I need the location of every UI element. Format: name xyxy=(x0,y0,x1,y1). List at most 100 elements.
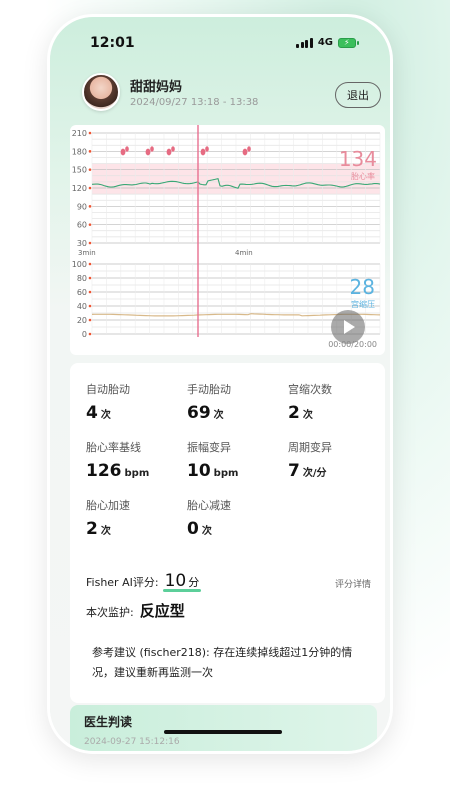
tick-dot xyxy=(88,223,92,226)
fetal-movement-icon xyxy=(120,148,126,156)
stat-unit: 次 xyxy=(302,410,313,421)
exit-button[interactable]: 退出 xyxy=(335,82,381,108)
fetal-movement-icon xyxy=(171,146,175,152)
fhr-tick-label: 150 xyxy=(72,166,87,175)
stat-cycle: 周期变异 7 次/分 xyxy=(288,439,332,481)
toco-value: 28 xyxy=(349,275,375,299)
avatar[interactable] xyxy=(82,73,120,111)
toco-tick-label: 100 xyxy=(72,260,87,269)
toco-tick-label: 60 xyxy=(77,288,87,297)
fetal-movement-icon xyxy=(145,148,151,156)
fetal-movement-icon xyxy=(150,146,154,152)
tick-dot xyxy=(88,241,92,245)
stat-unit: 次 xyxy=(213,410,224,421)
stat-contractions: 宫缩次数 2次 xyxy=(288,381,332,423)
fhr-label: 胎心率 xyxy=(351,172,375,181)
stat-label: 振幅变异 xyxy=(187,441,231,454)
stat-label: 自动胎动 xyxy=(86,383,130,396)
status-time: 12:01 xyxy=(90,35,135,51)
stat-unit: 次 xyxy=(100,526,111,537)
fetal-movement-icon xyxy=(200,148,206,156)
fhr-tick-label: 180 xyxy=(72,147,87,156)
stat-auto-movement: 自动胎动 4次 xyxy=(86,381,130,423)
time-label: 3min xyxy=(78,249,96,257)
stat-unit: bpm xyxy=(124,468,150,479)
fhr-tick-label: 30 xyxy=(77,239,87,248)
tick-dot xyxy=(88,276,92,280)
network-label: 4G xyxy=(317,37,333,48)
monitor-row: 本次监护: 反应型 xyxy=(86,600,185,621)
stat-value: 4 xyxy=(86,403,98,423)
tick-dot xyxy=(88,186,92,190)
fetal-movement-icon xyxy=(166,148,172,156)
stat-value: 2 xyxy=(86,519,98,539)
fisher-score-unit: 分 xyxy=(188,576,200,589)
stat-manual-movement: 手动胎动 69 次 xyxy=(187,381,231,423)
toco-tick-label: 0 xyxy=(82,330,87,339)
toco-label: 宫缩压 xyxy=(351,300,375,309)
stat-deceleration: 胎心减速 0次 xyxy=(187,497,231,539)
stat-unit: 次/分 xyxy=(302,468,327,479)
stat-value: 7 xyxy=(288,461,300,481)
toco-tick-label: 40 xyxy=(77,302,87,311)
fhr-tick-label: 90 xyxy=(77,202,87,211)
tick-dot xyxy=(88,318,92,322)
battery-icon: ⚡ xyxy=(338,37,359,48)
toco-tick-label: 20 xyxy=(77,316,87,325)
stat-value: 0 xyxy=(187,519,199,539)
stat-value: 126 xyxy=(86,461,122,481)
user-name: 甜甜妈妈 xyxy=(130,80,183,95)
fhr-tick-label: 210 xyxy=(72,129,87,138)
suggestion-text: 参考建议 (fischer218): 存在连续掉线超过1分钟的情况，建议重新再监… xyxy=(92,646,353,679)
tick-dot xyxy=(88,290,92,294)
stat-unit: 次 xyxy=(201,526,212,537)
stat-label: 周期变异 xyxy=(288,441,332,454)
screen: 12:01 4G ⚡ 甜甜妈妈 2024/09/27 13:18 - 13:38… xyxy=(50,17,390,751)
home-indicator[interactable] xyxy=(164,730,282,734)
stat-baseline: 胎心率基线 126 bpm xyxy=(86,439,149,481)
fetal-movement-icon xyxy=(205,146,209,152)
stat-label: 宫缩次数 xyxy=(288,383,332,396)
doctor-reading-title: 医生判读 xyxy=(84,715,133,729)
play-icon xyxy=(344,320,355,334)
fhr-value: 134 xyxy=(338,147,377,171)
ctg-chart[interactable]: 210 180 150 120 90 60 30 3min 4min 100 80 60 40 20 0 1… xyxy=(70,125,385,355)
play-button[interactable] xyxy=(331,310,365,344)
fetal-movement-icon xyxy=(242,148,248,156)
stat-amplitude: 振幅变异 10 bpm xyxy=(187,439,238,481)
stat-label: 胎心加速 xyxy=(86,499,130,512)
fisher-row: Fisher AI评分: 10 分 xyxy=(86,571,202,592)
stat-unit: 次 xyxy=(100,410,111,421)
stat-value: 2 xyxy=(288,403,300,423)
status-icons: 4G ⚡ xyxy=(296,37,359,48)
monitor-label: 本次监护: xyxy=(86,606,134,619)
playback-time: 00:00/20:00 xyxy=(328,340,377,349)
fetal-movement-icon xyxy=(247,146,251,152)
signal-icon xyxy=(296,37,313,48)
fisher-score-value: 10 xyxy=(164,571,187,591)
stat-value: 10 xyxy=(187,461,211,481)
fhr-tick-label: 60 xyxy=(77,221,87,230)
record-time-range: 2024/09/27 13:18 - 13:38 xyxy=(130,97,259,108)
stat-label: 胎心率基线 xyxy=(86,441,141,454)
tick-dot xyxy=(88,205,92,208)
fisher-label: Fisher AI评分: xyxy=(86,576,159,589)
stat-label: 胎心减速 xyxy=(187,499,231,512)
score-detail-link[interactable]: 评分详情 xyxy=(335,577,371,590)
doctor-reading-time: 2024-09-27 15:12:16 xyxy=(84,737,180,747)
fisher-score: 10 分 xyxy=(162,571,202,592)
tick-dot xyxy=(88,332,92,336)
stat-acceleration: 胎心加速 2次 xyxy=(86,497,130,539)
monitor-value: 反应型 xyxy=(139,602,185,620)
stat-value: 69 xyxy=(187,403,211,423)
tick-dot xyxy=(88,150,92,153)
phone-frame: 12:01 4G ⚡ 甜甜妈妈 2024/09/27 13:18 - 13:38… xyxy=(47,14,393,754)
stats-card: 自动胎动 4次 手动胎动 69 次 宫缩次数 2次 胎心率基线 126 bpm 振幅… xyxy=(70,363,385,703)
stat-unit: bpm xyxy=(213,468,239,479)
tick-dot xyxy=(88,304,92,308)
fetal-movement-icon xyxy=(125,146,129,152)
tick-dot xyxy=(88,131,92,135)
stat-label: 手动胎动 xyxy=(187,383,231,396)
toco-tick-label: 80 xyxy=(77,274,87,283)
time-label: 4min xyxy=(235,249,253,257)
